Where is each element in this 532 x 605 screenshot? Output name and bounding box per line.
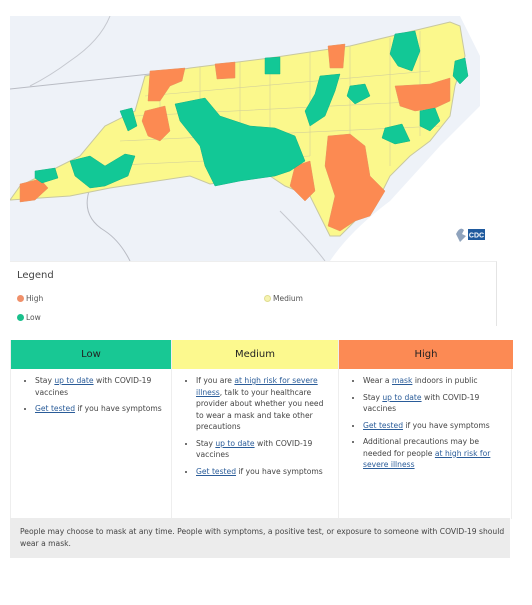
get-tested-link[interactable]: Get tested — [35, 404, 75, 413]
county-high[interactable] — [327, 43, 346, 69]
up-to-date-link[interactable]: up to date — [382, 393, 421, 402]
recommendation-text: Stay — [35, 376, 55, 385]
county-low[interactable] — [264, 56, 281, 75]
recommendation-item: Stay up to date with COVID-19 vaccines — [196, 438, 330, 461]
recommendation-text: indoors in public — [412, 376, 478, 385]
map-legend: Legend High Medium Low — [10, 261, 497, 326]
level-column-high: High Wear a mask indoors in public Stay u… — [339, 340, 513, 519]
recommendation-item: Wear a mask indoors in public — [363, 375, 505, 387]
level-column-medium: Medium If you are at high risk for sever… — [172, 340, 339, 519]
low-dot-icon — [17, 314, 24, 321]
level-header-medium: Medium — [172, 340, 338, 369]
get-tested-link[interactable]: Get tested — [196, 467, 236, 476]
mask-link[interactable]: mask — [392, 376, 412, 385]
legend-item-high: High — [17, 294, 43, 303]
up-to-date-link[interactable]: up to date — [215, 439, 254, 448]
recommendation-text: Stay — [196, 438, 216, 448]
mask-note-text: People may choose to mask at any time. P… — [20, 527, 505, 548]
recommendation-text: Wear a — [363, 376, 392, 385]
up-to-date-link[interactable]: up to date — [54, 376, 93, 385]
county-level-map[interactable]: CDC — [10, 16, 522, 261]
level-header-high: High — [339, 340, 513, 369]
legend-item-low: Low — [17, 313, 41, 322]
recommendation-item: Additional precautions may be needed for… — [363, 436, 505, 471]
legend-title: Legend — [17, 270, 54, 281]
get-tested-link[interactable]: Get tested — [363, 421, 403, 430]
medium-dot-icon — [264, 295, 271, 302]
recommendation-item: Get tested if you have symptoms — [35, 403, 163, 415]
level-body-high: Wear a mask indoors in public Stay up to … — [339, 369, 513, 476]
high-dot-icon — [17, 295, 24, 302]
recommendation-item: If you are at high risk for severe illne… — [196, 375, 330, 433]
level-body-low: Stay up to date with COVID-19 vaccines Ge… — [11, 369, 171, 420]
recommendation-item: Get tested if you have symptoms — [196, 466, 330, 478]
cdc-text: CDC — [469, 233, 484, 240]
recommendation-text: if you have symptoms — [75, 404, 162, 413]
recommendation-item: Get tested if you have symptoms — [363, 420, 505, 432]
level-column-low: Low Stay up to date with COVID-19 vaccin… — [11, 340, 172, 519]
map-svg[interactable]: CDC — [10, 16, 522, 261]
cdc-logo: CDC — [456, 228, 485, 242]
legend-item-medium: Medium — [264, 294, 303, 303]
recommendation-item: Stay up to date with COVID-19 vaccines — [35, 375, 163, 398]
level-header-low: Low — [11, 340, 171, 369]
recommendation-text: if you have symptoms — [403, 420, 490, 430]
legend-label-medium: Medium — [273, 294, 303, 303]
community-level-table: Low Stay up to date with COVID-19 vaccin… — [10, 340, 513, 519]
county-high[interactable] — [214, 61, 236, 80]
mask-note: People may choose to mask at any time. P… — [10, 518, 510, 558]
legend-label-low: Low — [26, 313, 41, 322]
legend-label-high: High — [26, 294, 44, 303]
recommendation-item: Stay up to date with COVID-19 vaccines — [363, 392, 505, 415]
level-body-medium: If you are at high risk for severe illne… — [172, 369, 338, 482]
recommendation-text: Stay — [363, 392, 383, 402]
recommendation-text: If you are — [196, 376, 235, 385]
recommendation-text: if you have symptoms — [236, 466, 323, 476]
